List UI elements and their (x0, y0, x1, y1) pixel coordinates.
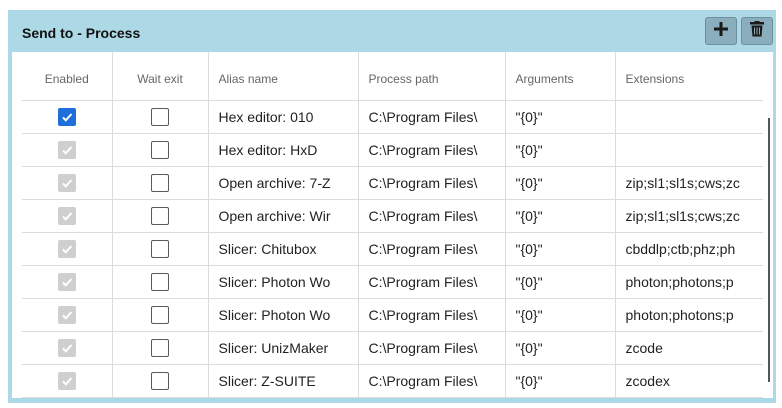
cell-enabled (22, 199, 112, 233)
cell-arguments[interactable]: "{0}" (504, 100, 615, 134)
table-row[interactable]: Slicer: UnizMaker C:\Program Files\ "{0}" z… (22, 331, 763, 365)
cell-arguments[interactable]: "{0}" (504, 265, 615, 299)
table-row[interactable]: Slicer: Z-SUITE C:\Program Files\ "{0}" zco… (22, 364, 763, 398)
wait-exit-checkbox[interactable] (151, 239, 169, 258)
cell-enabled (22, 331, 112, 365)
plus-icon (713, 21, 729, 42)
wait-exit-checkbox[interactable] (151, 140, 169, 159)
cell-extensions[interactable]: cbddlp;ctb;phz;ph (614, 232, 763, 266)
cell-path[interactable]: C:\Program Files\ (357, 364, 505, 398)
process-grid[interactable]: Enabled Wait exit Alias name Process pat… (12, 52, 773, 398)
cell-wait-exit (111, 331, 208, 365)
cell-alias[interactable]: Slicer: Chitubox (207, 232, 358, 266)
enabled-checkbox[interactable] (57, 107, 76, 126)
cell-wait-exit (111, 364, 208, 398)
cell-alias[interactable]: Slicer: Photon Wo (207, 265, 358, 299)
column-header-arguments[interactable]: Arguments (504, 52, 615, 101)
table-row[interactable]: Slicer: Chitubox C:\Program Files\ "{0}" cb… (22, 232, 763, 266)
cell-alias[interactable]: Slicer: Z-SUITE (207, 364, 358, 398)
send-to-process-panel: Send to - Process Enabled Wait exit Alia… (8, 10, 776, 403)
cell-extensions[interactable]: zip;sl1;sl1s;cws;zc (614, 199, 763, 233)
cell-path[interactable]: C:\Program Files\ (357, 232, 505, 266)
wait-exit-checkbox[interactable] (151, 305, 169, 324)
cell-enabled (22, 232, 112, 266)
cell-arguments[interactable]: "{0}" (504, 232, 615, 266)
column-header-path[interactable]: Process path (357, 52, 505, 101)
cell-extensions[interactable]: zcode (614, 331, 763, 365)
table-row[interactable]: Open archive: 7-Z C:\Program Files\ "{0}" z… (22, 166, 763, 200)
enabled-checkbox[interactable] (57, 173, 76, 192)
cell-arguments[interactable]: "{0}" (504, 166, 615, 200)
cell-wait-exit (111, 100, 208, 134)
cell-path[interactable]: C:\Program Files\ (357, 298, 505, 332)
delete-button[interactable] (741, 17, 773, 45)
wait-exit-checkbox[interactable] (151, 272, 169, 291)
process-table: Enabled Wait exit Alias name Process pat… (22, 52, 763, 398)
table-row[interactable]: Open archive: Wir C:\Program Files\ "{0}" z… (22, 199, 763, 233)
cell-enabled (22, 364, 112, 398)
enabled-checkbox[interactable] (57, 140, 76, 159)
cell-extensions[interactable] (614, 133, 763, 167)
cell-path[interactable]: C:\Program Files\ (357, 100, 505, 134)
cell-arguments[interactable]: "{0}" (504, 199, 615, 233)
cell-wait-exit (111, 133, 208, 167)
panel-title: Send to - Process (22, 25, 141, 41)
enabled-checkbox[interactable] (57, 239, 76, 258)
cell-path[interactable]: C:\Program Files\ (357, 133, 505, 167)
cell-alias[interactable]: Hex editor: HxD (207, 133, 358, 167)
column-header-enabled[interactable]: Enabled (22, 52, 112, 101)
cell-alias[interactable]: Slicer: Photon Wo (207, 298, 358, 332)
cell-alias[interactable]: Hex editor: 010 (207, 100, 358, 134)
wait-exit-checkbox[interactable] (151, 206, 169, 225)
cell-alias[interactable]: Slicer: UnizMaker (207, 331, 358, 365)
cell-enabled (22, 133, 112, 167)
column-header-extensions[interactable]: Extensions (614, 52, 763, 101)
wait-exit-checkbox[interactable] (151, 173, 169, 192)
enabled-checkbox[interactable] (57, 371, 76, 390)
cell-path[interactable]: C:\Program Files\ (357, 199, 505, 233)
cell-arguments[interactable]: "{0}" (504, 331, 615, 365)
cell-extensions[interactable]: zip;sl1;sl1s;cws;zc (614, 166, 763, 200)
table-header-row: Enabled Wait exit Alias name Process pat… (22, 52, 763, 101)
cell-path[interactable]: C:\Program Files\ (357, 331, 505, 365)
cell-wait-exit (111, 298, 208, 332)
table-row[interactable]: Hex editor: 010 C:\Program Files\ "{0}" (22, 100, 763, 134)
cell-alias[interactable]: Open archive: Wir (207, 199, 358, 233)
wait-exit-checkbox[interactable] (151, 107, 169, 126)
cell-wait-exit (111, 166, 208, 200)
column-header-wait-exit[interactable]: Wait exit (111, 52, 208, 101)
cell-arguments[interactable]: "{0}" (504, 133, 615, 167)
enabled-checkbox[interactable] (57, 272, 76, 291)
cell-enabled (22, 265, 112, 299)
trash-icon (750, 20, 764, 42)
enabled-checkbox[interactable] (57, 338, 76, 357)
vertical-scrollbar[interactable] (768, 118, 770, 382)
add-button[interactable] (705, 17, 737, 45)
cell-enabled (22, 166, 112, 200)
cell-alias[interactable]: Open archive: 7-Z (207, 166, 358, 200)
enabled-checkbox[interactable] (57, 305, 76, 324)
table-row[interactable]: Hex editor: HxD C:\Program Files\ "{0}" (22, 133, 763, 167)
column-header-alias[interactable]: Alias name (207, 52, 358, 101)
cell-extensions[interactable]: photon;photons;p (614, 298, 763, 332)
cell-arguments[interactable]: "{0}" (504, 364, 615, 398)
enabled-checkbox[interactable] (57, 206, 76, 225)
cell-path[interactable]: C:\Program Files\ (357, 265, 505, 299)
cell-enabled (22, 298, 112, 332)
cell-extensions[interactable]: zcodex (614, 364, 763, 398)
wait-exit-checkbox[interactable] (151, 371, 169, 390)
wait-exit-checkbox[interactable] (151, 338, 169, 357)
cell-path[interactable]: C:\Program Files\ (357, 166, 505, 200)
cell-wait-exit (111, 265, 208, 299)
cell-extensions[interactable]: photon;photons;p (614, 265, 763, 299)
cell-extensions[interactable] (614, 100, 763, 134)
table-row[interactable]: Slicer: Photon Wo C:\Program Files\ "{0}" p… (22, 265, 763, 299)
cell-wait-exit (111, 232, 208, 266)
cell-arguments[interactable]: "{0}" (504, 298, 615, 332)
cell-wait-exit (111, 199, 208, 233)
cell-enabled (22, 100, 112, 134)
table-row[interactable]: Slicer: Photon Wo C:\Program Files\ "{0}" p… (22, 298, 763, 332)
